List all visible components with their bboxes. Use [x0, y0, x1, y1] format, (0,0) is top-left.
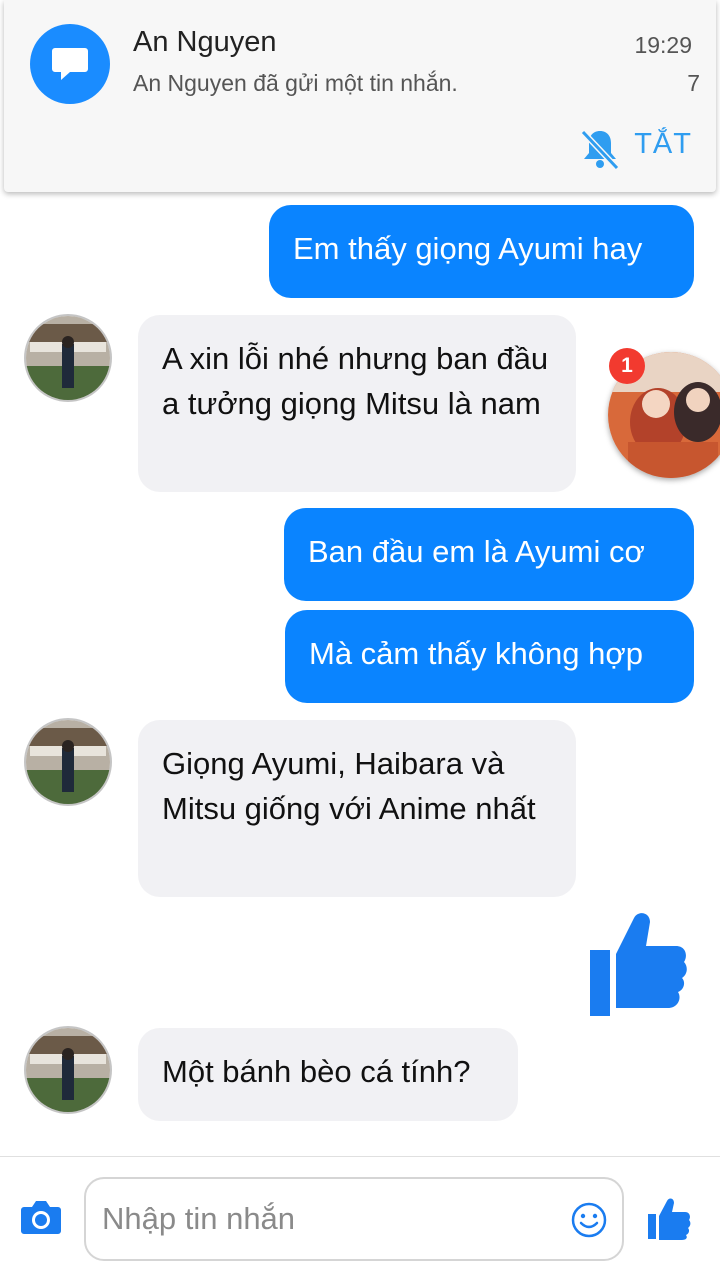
notification-banner[interactable]: An Nguyen An Nguyen đã gửi một tin nhắn.… — [4, 0, 716, 192]
thumbs-up-icon[interactable] — [647, 1198, 691, 1240]
unread-badge: 1 — [609, 348, 645, 384]
notification-time: 19:29 — [634, 32, 692, 58]
message-outgoing[interactable]: Mà cảm thấy không hợp — [285, 610, 694, 703]
sender-avatar[interactable] — [24, 1026, 112, 1114]
message-input[interactable] — [100, 1193, 544, 1245]
mute-off-button[interactable]: TẮT — [634, 128, 692, 161]
notification-message: An Nguyen đã gửi một tin nhắn. — [133, 70, 458, 96]
message-composer — [0, 1156, 720, 1281]
thumbs-up-sticker-icon[interactable] — [588, 910, 688, 1018]
bell-muted-icon[interactable] — [577, 126, 623, 172]
notification-sender: An Nguyen — [133, 26, 277, 58]
message-incoming[interactable]: A xin lỗi nhé nhưng ban đầu a tưởng giọn… — [138, 315, 576, 492]
message-outgoing[interactable]: Ban đầu em là Ayumi cơ — [284, 508, 694, 601]
camera-icon[interactable] — [20, 1199, 62, 1235]
message-outgoing[interactable]: Em thấy giọng Ayumi hay — [269, 205, 694, 298]
emoji-icon[interactable] — [570, 1201, 608, 1239]
sender-avatar[interactable] — [24, 314, 112, 402]
message-incoming[interactable]: Một bánh bèo cá tính? — [138, 1028, 518, 1121]
sender-avatar[interactable] — [24, 718, 112, 806]
notification-count: 7 — [687, 70, 700, 96]
message-input-box[interactable] — [84, 1177, 624, 1261]
chat-bubble-icon — [30, 24, 110, 104]
message-incoming[interactable]: Giọng Ayumi, Haibara và Mitsu giống với … — [138, 720, 576, 897]
